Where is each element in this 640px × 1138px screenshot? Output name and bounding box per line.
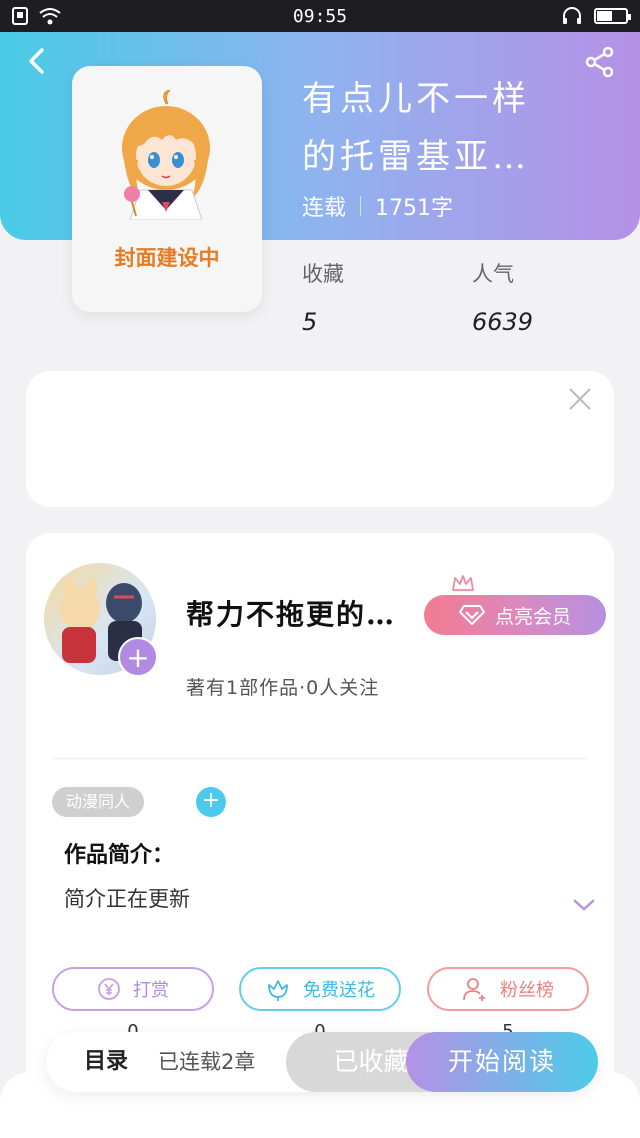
vip-label: 点亮会员	[494, 605, 571, 628]
author-name[interactable]: 帮力不拖更的…	[186, 593, 396, 633]
battery-icon	[594, 8, 631, 24]
book-status: 连载	[302, 196, 347, 221]
popularity-label: 人气	[472, 262, 514, 286]
book-cover[interactable]: 封面建设中	[72, 66, 262, 312]
chevron-down-icon[interactable]	[572, 897, 596, 913]
bottom-bar: 目录 已连载2章 已收藏 开始阅读	[46, 1032, 598, 1092]
book-title: 有点儿不一样 的托雷基亚…	[302, 70, 602, 186]
vip-button[interactable]: 点亮会员	[424, 595, 606, 635]
table-of-contents-button[interactable]: 目录	[84, 1032, 128, 1092]
flower-icon	[268, 980, 288, 1001]
headphone-icon	[563, 7, 581, 24]
book-title-line2: 的托雷基亚…	[302, 137, 530, 177]
book-title-line1: 有点儿不一样	[302, 79, 530, 119]
fan-rank-button[interactable]: 粉丝榜	[427, 967, 589, 1011]
status-left	[12, 7, 62, 25]
divider	[52, 758, 588, 759]
author-card: + 帮力不拖更的… 点亮会员 著有1部作品·0人关注 动漫同人 + 作品简介： …	[26, 533, 614, 1093]
add-tag-button[interactable]: +	[196, 787, 226, 817]
status-time: 09:55	[292, 5, 348, 27]
follow-author-button[interactable]: +	[118, 637, 158, 677]
popularity-stat: 人气 6639	[472, 258, 533, 336]
wifi-icon	[39, 8, 61, 25]
reward-label: 打赏	[133, 980, 169, 1001]
start-reading-button[interactable]: 开始阅读	[406, 1032, 598, 1092]
cover-label: 封面建设中	[114, 246, 220, 270]
intro-text: 简介正在更新	[64, 887, 190, 911]
category-tag[interactable]: 动漫同人	[52, 787, 145, 817]
ad-card	[26, 371, 614, 507]
word-count: 1751字	[375, 196, 454, 221]
favorites-value: 5	[302, 308, 318, 336]
author-meta: 著有1部作品·0人关注	[186, 677, 380, 699]
status-bar: 09:55	[0, 0, 640, 32]
intro-title: 作品简介：	[64, 843, 175, 868]
close-icon[interactable]	[568, 387, 592, 411]
crown-icon	[452, 575, 474, 591]
yen-icon	[98, 978, 120, 1000]
meta-divider	[360, 196, 362, 216]
reward-button[interactable]: 打赏	[52, 967, 214, 1011]
send-flower-label: 免费送花	[303, 980, 375, 1001]
chapter-status: 已连载2章	[158, 1050, 256, 1074]
cover-illustration	[122, 90, 210, 220]
favorites-label: 收藏	[302, 262, 344, 286]
popularity-value: 6639	[472, 308, 534, 336]
favorites-stat: 收藏 5	[302, 258, 344, 336]
book-meta: 连载 1751字	[302, 190, 453, 222]
status-right	[562, 7, 631, 25]
send-flower-button[interactable]: 免费送花	[239, 967, 401, 1011]
diamond-icon	[458, 605, 485, 625]
back-icon[interactable]	[22, 46, 52, 76]
sim-icon	[12, 7, 28, 25]
fan-rank-icon	[463, 978, 485, 1001]
fan-rank-label: 粉丝榜	[500, 980, 554, 1001]
